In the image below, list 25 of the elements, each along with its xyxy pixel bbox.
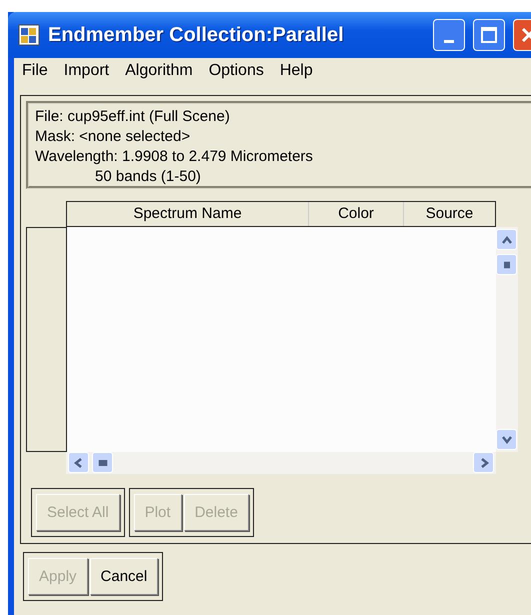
info-text: Mask: <none selected> [35, 127, 192, 147]
minimize-icon [444, 40, 454, 42]
horizontal-scrollbar[interactable] [66, 452, 496, 474]
dialog-button[interactable]: Cancel [90, 558, 158, 595]
info-text: File: cup95eff.int (Full Scene) [35, 107, 231, 127]
column-header[interactable]: Source [404, 202, 495, 226]
menu-item[interactable]: Help [274, 62, 319, 84]
scroll-up-icon[interactable] [496, 229, 517, 250]
column-header[interactable]: Color [309, 202, 404, 226]
maximize-button[interactable] [473, 19, 505, 51]
scroll-right-icon[interactable] [473, 452, 494, 473]
scroll-left-icon[interactable] [68, 452, 89, 473]
menu-item[interactable]: Algorithm [119, 62, 199, 84]
menu-item[interactable]: Import [58, 62, 116, 84]
info-text: Wavelength: 1.9908 to 2.479 Micrometers [35, 147, 314, 167]
menu-item[interactable]: File [16, 62, 54, 84]
vertical-scrollbar[interactable] [496, 227, 518, 452]
column-header[interactable]: Spectrum Name [67, 202, 309, 226]
app-icon [18, 24, 40, 46]
maximize-icon [480, 26, 498, 44]
menu-item[interactable]: Options [202, 62, 270, 84]
minimize-button[interactable] [433, 19, 465, 51]
scroll-down-icon[interactable] [496, 429, 517, 450]
info-text: 50 bands (1-50) [94, 167, 202, 187]
window-title: Endmember Collection:Parallel [48, 24, 345, 46]
